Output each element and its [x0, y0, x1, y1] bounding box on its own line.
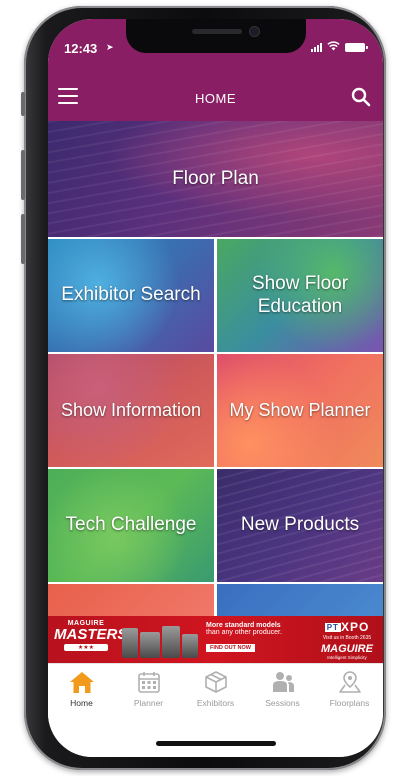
- tab-planner[interactable]: Planner: [115, 670, 182, 708]
- tile-label: Floor Plan: [172, 167, 259, 189]
- mute-switch: [21, 92, 25, 116]
- tile-label: Tech Challenge: [65, 514, 197, 536]
- app-header: HOME: [48, 75, 383, 121]
- calendar-icon: [137, 672, 160, 693]
- ad-booth-text: Visit us in Booth 2635: [322, 635, 372, 641]
- tile-label: New Products: [240, 514, 360, 536]
- bottom-tab-bar: Home Planner Exhibitors Sessions Floorpl…: [48, 663, 383, 722]
- tile-label: Show Floor Education: [251, 272, 349, 317]
- tile-partial[interactable]: [217, 584, 383, 616]
- ad-subline: than any other producer.: [206, 629, 282, 636]
- ad-banner[interactable]: MAGUIRE MASTERS ★★★ More standard models…: [48, 616, 383, 663]
- tile-tech-challenge[interactable]: Tech Challenge: [48, 469, 214, 582]
- people-icon: [272, 672, 294, 692]
- ad-logo-main: MASTERS: [54, 626, 128, 643]
- battery-icon: [345, 42, 368, 52]
- tile-partial[interactable]: [48, 584, 214, 616]
- tile-floor-plan[interactable]: Floor Plan: [48, 121, 383, 237]
- search-icon[interactable]: [351, 87, 371, 107]
- tile-label: My Show Planner: [229, 399, 371, 420]
- ad-logo-ribbon: ★★★: [64, 644, 108, 651]
- ad-cta-button[interactable]: FIND OUT NOW: [206, 644, 255, 652]
- home-icon: [69, 672, 94, 693]
- tile-my-show-planner[interactable]: My Show Planner: [217, 354, 383, 467]
- tile-label: Show Information: [60, 399, 202, 420]
- ad-copy: More standard models than any other prod…: [206, 622, 310, 654]
- tile-label: Exhibitor Search: [61, 284, 201, 306]
- notch: [126, 19, 306, 53]
- tab-label: Planner: [133, 698, 164, 708]
- tab-floorplans[interactable]: Floorplans: [316, 670, 383, 708]
- tile-show-floor-education[interactable]: Show Floor Education: [217, 239, 383, 352]
- ad-headline: More standard models: [206, 622, 281, 629]
- app-screen: 12:43 ➤ HOME Floor Plan Exhibitor Search…: [48, 19, 383, 757]
- tile-show-information[interactable]: Show Information: [48, 354, 214, 467]
- tab-sessions[interactable]: Sessions: [249, 670, 316, 708]
- home-tile-grid: Floor Plan Exhibitor Search Show Floor E…: [48, 121, 383, 616]
- home-indicator[interactable]: [156, 741, 276, 746]
- front-camera: [250, 27, 259, 36]
- tile-exhibitor-search[interactable]: Exhibitor Search: [48, 239, 214, 352]
- location-arrow-icon: ➤: [106, 42, 114, 52]
- page-title: HOME: [195, 91, 236, 106]
- tab-label: Home: [70, 698, 93, 708]
- tab-label: Sessions: [265, 698, 300, 708]
- tab-label: Floorplans: [329, 698, 370, 708]
- ptxpo-logo: PT XPO: [324, 620, 370, 634]
- status-time: 12:43: [64, 41, 98, 56]
- volume-up-button: [21, 150, 25, 200]
- volume-down-button: [21, 214, 25, 264]
- home-indicator-area: [48, 721, 383, 757]
- tab-home[interactable]: Home: [48, 670, 115, 708]
- box-icon: [204, 671, 227, 693]
- blender-machines-image: [122, 624, 200, 658]
- status-icons: [311, 41, 368, 53]
- tab-exhibitors[interactable]: Exhibitors: [182, 670, 249, 708]
- maguire-brand-logo: MAGUIRE: [321, 643, 373, 655]
- ad-brand-tagline: Intelligent Simplicity: [327, 655, 367, 660]
- cellular-signal-icon: [311, 42, 322, 52]
- ad-right-block: PT XPO Visit us in Booth 2635 MAGUIRE Int…: [317, 620, 377, 660]
- maguire-masters-logo: MAGUIRE MASTERS ★★★: [54, 620, 128, 660]
- speaker-grille: [192, 29, 242, 34]
- tile-new-products[interactable]: New Products: [217, 469, 383, 582]
- tab-label: Exhibitors: [196, 698, 235, 708]
- wifi-icon: [327, 41, 340, 53]
- map-pin-icon: [338, 671, 361, 693]
